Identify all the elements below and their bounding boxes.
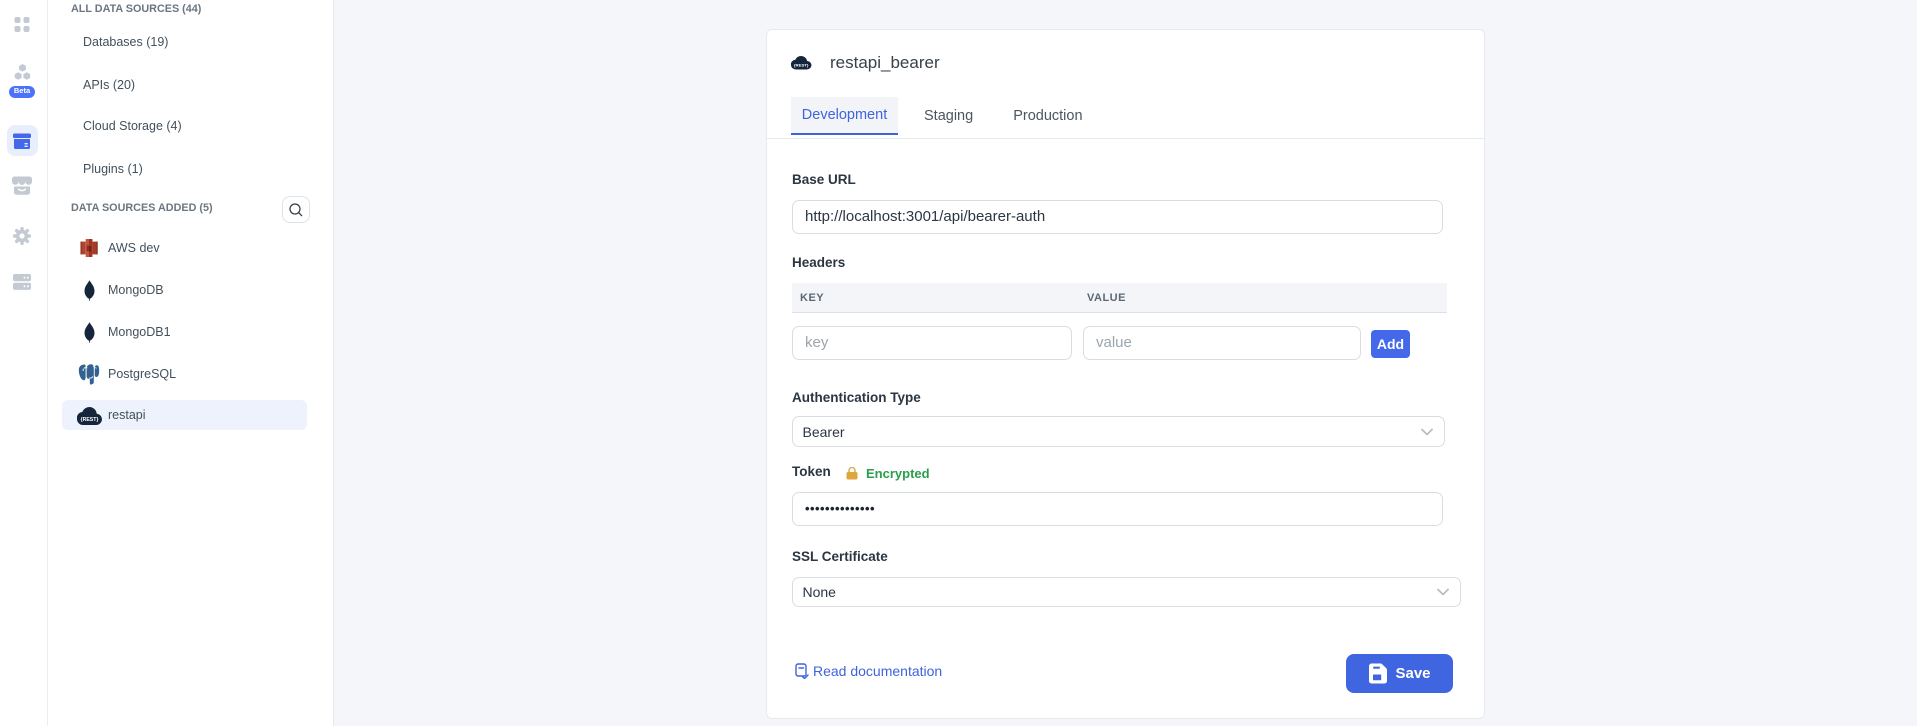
svg-text:{REST}: {REST} bbox=[80, 417, 98, 423]
svg-text:{REST}: {REST} bbox=[794, 63, 809, 68]
